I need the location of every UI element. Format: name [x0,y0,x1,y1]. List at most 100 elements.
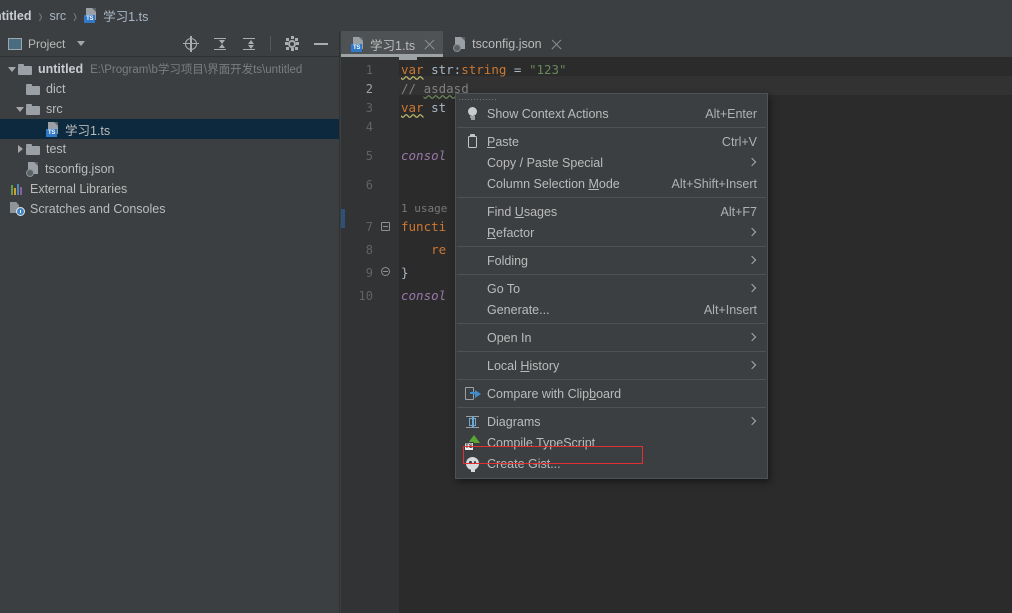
tab-label: 学习1.ts [370,38,416,53]
chevron-down-icon[interactable] [77,41,86,46]
no-icon [464,330,481,346]
tree-node-scratches-and-consoles[interactable]: Scratches and Consoles [0,199,339,219]
tree-node-external-libraries[interactable]: External Libraries [0,179,339,199]
gear-icon[interactable] [284,36,300,52]
no-icon [464,253,481,269]
menu-item-find-usages[interactable]: Find Usages Alt+F7 [456,201,767,222]
close-icon[interactable] [551,39,562,50]
editor-tab-bar: TS 学习1.ts tsconfig.json [341,31,1012,57]
expand-all-button[interactable] [212,36,228,52]
json-file-icon [453,36,468,52]
menu-item-go-to[interactable]: Go To [456,278,767,299]
diagram-icon [464,414,481,430]
menu-item-label: Find Usages [487,204,558,219]
select-opened-file-button[interactable] [183,35,199,52]
line-number: 10 [358,289,373,303]
menu-item-diagrams[interactable]: Diagrams [456,411,767,432]
menu-item-shortcut: Ctrl+V [721,134,757,149]
project-panel-title: Project [28,36,66,51]
menu-item-folding[interactable]: Folding [456,250,767,271]
chevron-right-icon [749,416,757,428]
menu-item-compile-typescript[interactable]: TS Compile TypeScript [456,432,767,453]
menu-item-label: Open In [487,330,532,345]
tree-node-label: Scratches and Consoles [30,202,166,216]
tree-node-file-xuexi1[interactable]: TS 学习1.ts [0,119,339,139]
toolbar-divider [270,36,271,51]
menu-item-create-gist[interactable]: Create Gist... [456,453,767,474]
menu-item-shortcut: Alt+Insert [703,302,757,317]
breadcrumb-item-file[interactable]: TS 学习1.ts [84,6,148,25]
folder-icon [18,63,33,76]
menu-item-compare-with-clipboard[interactable]: Compare with Clipboard [456,383,767,404]
typescript-file-icon: TS [351,36,366,52]
breadcrumb-item-src[interactable]: src [50,9,67,23]
menu-separator [457,274,766,275]
menu-separator [457,246,766,247]
no-icon [464,302,481,318]
chevron-down-icon[interactable] [6,59,18,79]
chevron-right-icon [749,283,757,295]
tab-xuexi1-ts[interactable]: TS 学习1.ts [341,31,444,57]
close-icon[interactable] [424,39,435,50]
code-line-1: var str:string = "123" [401,62,567,77]
line-number: 2 [365,82,373,96]
tree-node-label: tsconfig.json [45,162,115,176]
menu-item-label: Create Gist... [487,456,561,471]
menu-drag-grip[interactable] [458,97,498,101]
line-number: 4 [365,120,373,134]
fold-expand-icon[interactable] [381,222,392,233]
tree-node-untitled[interactable]: untitled E:\Program\b学习项目\界面开发ts\untitle… [0,59,339,79]
menu-item-column-selection-mode[interactable]: Column Selection Mode Alt+Shift+Insert [456,173,767,194]
breadcrumb-item-project[interactable]: ntitled [0,9,32,23]
menu-item-copy-paste-special[interactable]: Copy / Paste Special [456,152,767,173]
breadcrumb: ntitled › src › TS 学习1.ts [0,0,1012,31]
code-line-7: functi [401,219,447,234]
typescript-file-icon: TS [84,8,99,23]
minimize-icon[interactable] [313,36,329,52]
menu-item-label: Show Context Actions [487,106,609,121]
menu-separator [457,323,766,324]
tab-tsconfig-json[interactable]: tsconfig.json [443,31,569,57]
libraries-icon [10,183,25,196]
tree-node-label: 学习1.ts [65,123,111,138]
menu-item-refactor[interactable]: Refactor [456,222,767,243]
menu-item-paste[interactable]: Paste Ctrl+V [456,131,767,152]
tree-node-label: External Libraries [30,182,128,196]
editor-context-menu[interactable]: Show Context Actions Alt+Enter Paste Ctr… [455,93,768,479]
tree-node-dict[interactable]: dict [0,79,339,99]
tree-node-label: test [46,142,67,156]
project-tree: untitled E:\Program\b学习项目\界面开发ts\untitle… [0,57,339,219]
code-usage-hint[interactable]: 1 usage [401,198,447,217]
project-window-icon [8,37,22,50]
chevron-right-icon [749,332,757,344]
no-icon [464,155,481,171]
code-line-5: consol [401,148,447,163]
scratches-icon [10,202,25,216]
menu-item-label: Go To [487,281,521,296]
menu-item-shortcut: Alt+Shift+Insert [671,176,757,191]
tree-node-src[interactable]: src [0,99,339,119]
folder-icon [26,103,41,116]
code-text: var str:string = "123" // asdasd var st … [401,57,567,303]
menu-separator [457,351,766,352]
chevron-down-icon[interactable] [14,99,26,119]
menu-item-label: Copy / Paste Special [487,155,604,170]
menu-item-shortcut: Alt+Enter [705,106,757,121]
menu-item-local-history[interactable]: Local History [456,355,767,376]
tree-node-tsconfig[interactable]: tsconfig.json [0,159,339,179]
chevron-right-icon [749,255,757,267]
chevron-right-icon[interactable] [14,139,26,159]
menu-item-open-in[interactable]: Open In [456,327,767,348]
tree-node-test[interactable]: test [0,139,339,159]
menu-separator [457,127,766,128]
menu-item-label: Local History [487,358,560,373]
line-number-gutter: 1 2 3 4 5 6 7 8 9 10 [341,57,399,613]
fold-collapse-icon[interactable] [381,267,392,278]
line-number: 7 [365,220,373,234]
chevron-right-icon [749,227,757,239]
json-file-icon [26,161,41,177]
menu-item-shortcut: Alt+F7 [720,204,757,219]
collapse-all-button[interactable] [241,36,257,52]
menu-item-show-context-actions[interactable]: Show Context Actions Alt+Enter [456,103,767,124]
menu-item-generate[interactable]: Generate... Alt+Insert [456,299,767,320]
